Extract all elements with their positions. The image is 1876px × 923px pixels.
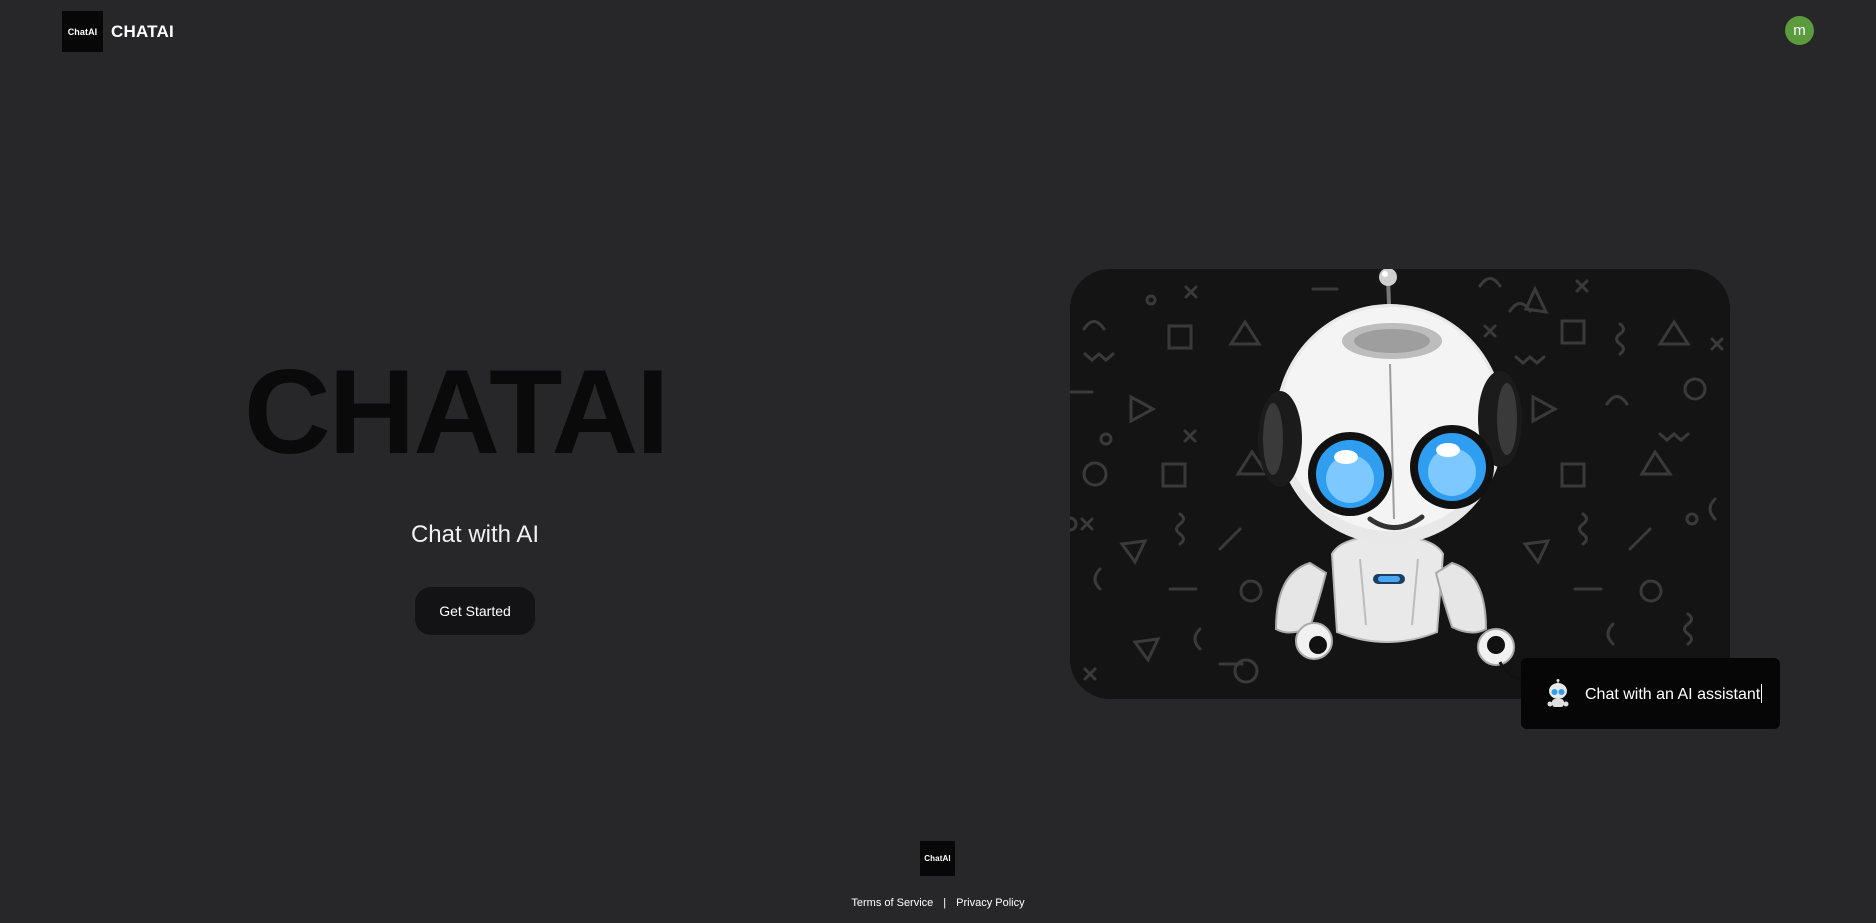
brand-name[interactable]: CHATAI <box>111 22 174 42</box>
chat-bubble: Chat with an AI assistant <box>1521 658 1780 729</box>
user-avatar[interactable]: m <box>1785 16 1814 45</box>
header-logo[interactable]: ChatAI <box>62 11 103 52</box>
bubble-text: Chat with an AI assistant <box>1585 683 1763 703</box>
text-caret <box>1761 683 1763 703</box>
hero-subtitle: Chat with AI <box>410 521 540 548</box>
robot-icon <box>1547 678 1569 707</box>
footer-logo[interactable]: ChatAI <box>920 841 955 876</box>
hero-title: CHATAI <box>244 345 669 479</box>
terms-of-service-link[interactable]: Terms of Service <box>851 897 933 909</box>
privacy-policy-link[interactable]: Privacy Policy <box>956 897 1024 909</box>
footer-logo-text: ChatAI <box>924 854 951 863</box>
header-logo-text: ChatAI <box>67 26 98 37</box>
footer-separator: | <box>943 897 947 909</box>
get-started-button[interactable]: Get Started <box>415 587 535 635</box>
robot-illustration <box>1070 269 1724 684</box>
robot-illustration-card <box>1070 269 1730 699</box>
footer-links: Terms of Service | Privacy Policy <box>0 897 1876 909</box>
robot-body <box>1258 269 1523 682</box>
